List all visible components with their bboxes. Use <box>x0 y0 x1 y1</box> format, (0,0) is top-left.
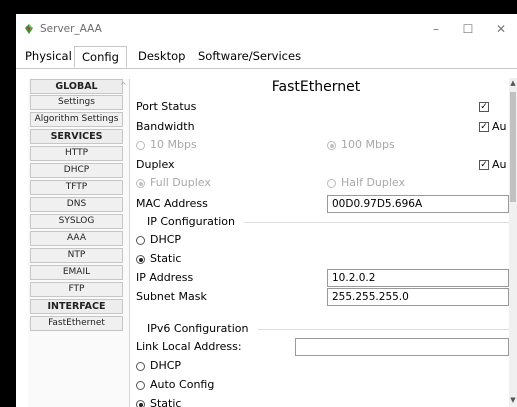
nav-item-http[interactable]: HTTP <box>30 146 123 161</box>
dhcpv6-label: DHCP <box>150 359 182 372</box>
ipv6-config-label: IPv6 Configuration <box>147 322 249 335</box>
port-status-checkbox[interactable]: ✓ <box>479 102 489 112</box>
check-icon: ✓ <box>480 122 488 132</box>
panel-scrollbar[interactable]: ▲ ▼ <box>509 78 517 407</box>
minimize-button[interactable]: – <box>425 20 447 38</box>
dhcp-label: DHCP <box>150 233 182 246</box>
nav-item-tftp[interactable]: TFTP <box>30 180 123 195</box>
bandwidth-auto-label: Au <box>492 120 507 133</box>
nav-scroll-up-icon[interactable]: ^ <box>120 81 127 90</box>
nav-item-fastethernet[interactable]: FastEthernet <box>30 316 123 331</box>
tab-bar: Physical Config Desktop Software/Service… <box>16 44 517 69</box>
subnet-mask-input[interactable]: 255.255.255.0 <box>327 288 509 306</box>
close-button[interactable]: ✕ <box>490 20 512 38</box>
nav-item-dhcp[interactable]: DHCP <box>30 163 123 178</box>
server-window: Server_AAA – ☐ ✕ Physical Config Desktop… <box>16 14 517 407</box>
bandwidth-auto-checkbox[interactable]: ✓ <box>479 122 489 132</box>
full-duplex-radio[interactable] <box>136 179 145 188</box>
nav-item-algorithm[interactable]: Algorithm Settings <box>30 112 123 127</box>
subnet-mask-label: Subnet Mask <box>136 290 207 303</box>
bandwidth-100-label: 100 Mbps <box>341 138 395 151</box>
static6-radio[interactable] <box>136 400 145 407</box>
bandwidth-label: Bandwidth <box>136 120 195 133</box>
nav-item-settings[interactable]: Settings <box>30 95 123 110</box>
half-duplex-radio[interactable] <box>327 179 336 188</box>
link-local-label: Link Local Address: <box>136 340 242 353</box>
ipv6-config-divider <box>258 329 509 330</box>
maximize-button[interactable]: ☐ <box>457 20 479 38</box>
nav-item-ntp[interactable]: NTP <box>30 248 123 263</box>
nav-header-interface: INTERFACE <box>30 299 123 314</box>
scroll-up-icon[interactable]: ▲ <box>509 79 517 87</box>
mac-address-label: MAC Address <box>136 197 208 210</box>
static-label: Static <box>150 252 182 265</box>
ip-address-label: IP Address <box>136 271 194 284</box>
dhcp-radio[interactable] <box>136 236 145 245</box>
nav-header-global: GLOBAL <box>30 79 123 94</box>
window-title: Server_AAA <box>40 23 102 35</box>
tab-config[interactable]: Config <box>74 46 127 68</box>
dhcpv6-radio[interactable] <box>136 362 145 371</box>
scroll-down-icon[interactable]: ▼ <box>509 396 517 404</box>
panel-title: FastEthernet <box>271 79 361 95</box>
nav-item-syslog[interactable]: SYSLOG <box>30 214 123 229</box>
title-bar: Server_AAA – ☐ ✕ <box>16 14 517 44</box>
static-radio[interactable] <box>136 255 145 264</box>
nav-item-ftp[interactable]: FTP <box>30 282 123 297</box>
ip-config-divider <box>244 222 509 223</box>
config-sidebar: GLOBAL Settings Algorithm Settings SERVI… <box>28 79 130 407</box>
server-app-icon <box>25 24 33 34</box>
check-icon: ✓ <box>480 160 488 170</box>
mac-address-field[interactable]: 00D0.97D5.696A <box>327 195 509 213</box>
check-icon: ✓ <box>480 102 488 112</box>
half-duplex-label: Half Duplex <box>341 176 406 189</box>
auto-config-label: Auto Config <box>150 378 215 391</box>
static6-label: Static <box>150 397 182 407</box>
nav-item-email[interactable]: EMAIL <box>30 265 123 280</box>
nav-header-services: SERVICES <box>30 129 123 144</box>
auto-config-radio[interactable] <box>136 381 145 390</box>
interface-panel: FastEthernet Port Status ✓ Bandwidth ✓ A… <box>136 78 509 407</box>
link-local-input[interactable] <box>295 338 509 356</box>
bandwidth-10-label: 10 Mbps <box>150 138 197 151</box>
port-status-label: Port Status <box>136 100 197 113</box>
ip-address-input[interactable]: 10.2.0.2 <box>327 269 509 287</box>
bandwidth-10-radio[interactable] <box>136 141 145 150</box>
bandwidth-100-radio[interactable] <box>327 141 336 150</box>
duplex-auto-label: Au <box>492 158 507 171</box>
tab-desktop[interactable]: Desktop <box>131 46 192 68</box>
tab-software-services[interactable]: Software/Services <box>191 46 308 68</box>
tab-physical[interactable]: Physical <box>18 46 79 68</box>
nav-item-dns[interactable]: DNS <box>30 197 123 212</box>
duplex-auto-checkbox[interactable]: ✓ <box>479 160 489 170</box>
ip-config-label: IP Configuration <box>147 215 235 228</box>
full-duplex-label: Full Duplex <box>150 176 211 189</box>
scroll-thumb[interactable] <box>510 92 516 202</box>
nav-item-aaa[interactable]: AAA <box>30 231 123 246</box>
duplex-label: Duplex <box>136 158 175 171</box>
